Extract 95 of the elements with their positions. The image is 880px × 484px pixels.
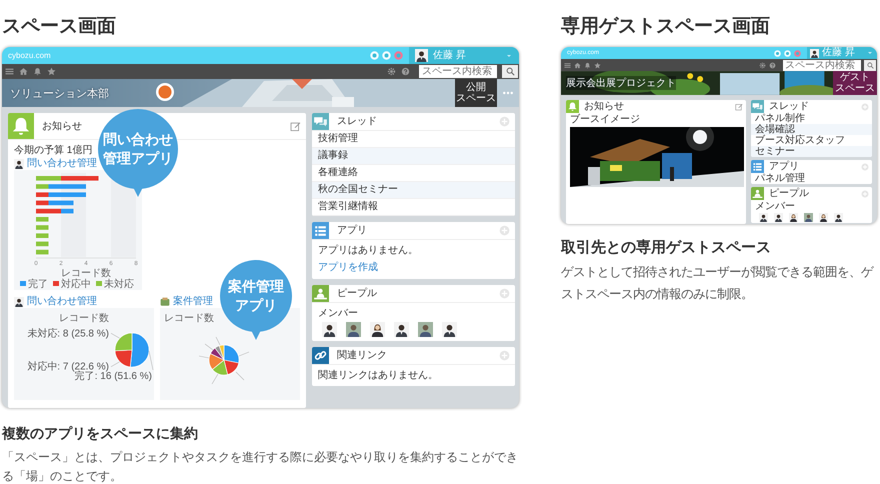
- panel-title: お知らせ: [584, 101, 625, 112]
- menu-icon[interactable]: [5, 67, 14, 76]
- search-button[interactable]: [502, 65, 518, 78]
- space-title: ソリューション本部: [10, 86, 109, 100]
- legend-swatch: [96, 281, 102, 286]
- bar: [36, 217, 48, 222]
- panel-title: ピープル: [337, 288, 378, 299]
- legend-label: 対応中: [61, 279, 91, 290]
- section-heading: 専用ゲストスペース画面: [561, 14, 771, 39]
- panel-title: ピープル: [769, 188, 810, 199]
- space-title: 展示会出展プロジェクト: [566, 76, 676, 90]
- panel-title: アプリ: [337, 225, 368, 236]
- app-link[interactable]: 問い合わせ管理: [27, 295, 97, 308]
- thread-row[interactable]: セミナー: [751, 146, 872, 157]
- help-icon[interactable]: [769, 62, 776, 68]
- panel-title: スレッド: [769, 101, 810, 112]
- data-label: : 16 (51.6 %): [94, 371, 152, 382]
- user-name: 佐藤 昇: [433, 50, 467, 60]
- person-avatar[interactable]: [415, 49, 428, 62]
- panel-title: お知らせ: [42, 120, 83, 132]
- members-label: メンバー: [755, 201, 796, 212]
- bar: [36, 225, 48, 230]
- person-avatar[interactable]: [774, 213, 783, 222]
- person-avatar[interactable]: [322, 322, 337, 337]
- star-icon[interactable]: [47, 67, 56, 76]
- thread-row[interactable]: 議事録: [312, 148, 515, 165]
- members-label: メンバー: [318, 307, 359, 320]
- person-avatar[interactable]: [759, 213, 768, 222]
- legend-swatch: [53, 281, 59, 286]
- home-icon[interactable]: [574, 62, 581, 68]
- legend-label: 完了: [28, 279, 48, 290]
- thread-row[interactable]: パネル制作: [751, 113, 872, 124]
- app-link[interactable]: 問い合わせ管理: [27, 157, 97, 170]
- axis-title: レコード数: [61, 268, 111, 279]
- person-avatar[interactable]: [14, 296, 24, 306]
- section-heading: スペース画面: [2, 15, 117, 39]
- person-avatar[interactable]: [14, 158, 24, 168]
- person-avatar[interactable]: [810, 48, 819, 58]
- empty-message: アプリはありません。: [318, 244, 419, 257]
- search-icon: [866, 62, 874, 68]
- menu-icon[interactable]: [564, 62, 571, 68]
- edit-icon[interactable]: [735, 102, 743, 110]
- help-icon[interactable]: [401, 67, 410, 76]
- person-avatar[interactable]: [442, 322, 457, 337]
- caret-icon: [866, 49, 874, 57]
- home-icon[interactable]: [19, 67, 28, 76]
- section-subtitle: 取引先との専用ゲストスペース: [561, 239, 772, 257]
- person-avatar[interactable]: [834, 213, 843, 222]
- space-badge[interactable]: 公開 スペース: [455, 79, 497, 107]
- briefcase-icon: [160, 296, 170, 306]
- search-field[interactable]: スペース内検索: [419, 65, 497, 78]
- app-link[interactable]: 案件管理: [173, 295, 213, 308]
- search-button[interactable]: [864, 60, 876, 70]
- legend-swatch: [20, 281, 26, 286]
- panel-title: スレッド: [337, 116, 378, 127]
- section-description: 「スペース」とは、プロジェクトやタスクを進行する際に必要なやり取りを集約することができる「場」のことです。: [2, 449, 519, 484]
- chart-title: レコード数: [59, 313, 109, 324]
- panel-title: アプリ: [769, 161, 800, 172]
- section-subtitle: 複数のアプリをスペースに集約: [2, 424, 199, 442]
- category-label: 未対応: [27, 328, 58, 340]
- chart-title: レコード数: [164, 313, 214, 324]
- bar: [36, 242, 48, 246]
- thread-row[interactable]: ブース対応スタッフ: [751, 135, 872, 146]
- notice-text: 今期の予算 1億円: [14, 144, 94, 157]
- category-label: 対応中: [27, 362, 58, 373]
- data-label: : 8 (25.8 %): [57, 328, 109, 340]
- section-description: ゲストとして招待されたユーザーが閲覧できる範囲を、ゲストスペース内の情報のみに制限。: [561, 264, 875, 303]
- edit-icon[interactable]: [290, 120, 301, 132]
- star-icon[interactable]: [594, 62, 601, 68]
- create-app-link[interactable]: アプリを作成: [318, 262, 378, 273]
- person-avatar[interactable]: [394, 322, 409, 337]
- settings-icon[interactable]: [387, 67, 396, 76]
- bar: [36, 250, 48, 254]
- category-label: 完了: [74, 371, 95, 382]
- legend-label: 未対応: [104, 279, 134, 290]
- user-name: 佐藤 昇: [822, 48, 856, 58]
- person-avatar[interactable]: [819, 213, 828, 222]
- panel-title: 関連リンク: [337, 350, 388, 361]
- thread-row[interactable]: 秋の全国セミナー: [312, 182, 515, 199]
- app-row[interactable]: パネル管理: [751, 173, 872, 184]
- pie-chart-drawing: [198, 336, 250, 384]
- space-badge[interactable]: ゲスト スペース: [833, 71, 877, 95]
- person-avatar[interactable]: [789, 213, 798, 222]
- thread-row[interactable]: 会場確認: [751, 124, 872, 135]
- empty-message: 関連リンクはありません。: [318, 369, 439, 382]
- bell-icon[interactable]: [584, 62, 591, 68]
- search-field[interactable]: スペース内検索: [783, 60, 861, 70]
- image-caption: ブースイメージ: [570, 114, 641, 125]
- bell-icon[interactable]: [33, 67, 42, 76]
- bar: [36, 233, 48, 238]
- thread-row[interactable]: 営業引継情報: [312, 199, 515, 216]
- settings-icon[interactable]: [759, 62, 766, 68]
- data-label: : 7 (22.6 %): [57, 362, 109, 373]
- search-icon: [506, 67, 514, 76]
- person-avatar[interactable]: [370, 322, 385, 337]
